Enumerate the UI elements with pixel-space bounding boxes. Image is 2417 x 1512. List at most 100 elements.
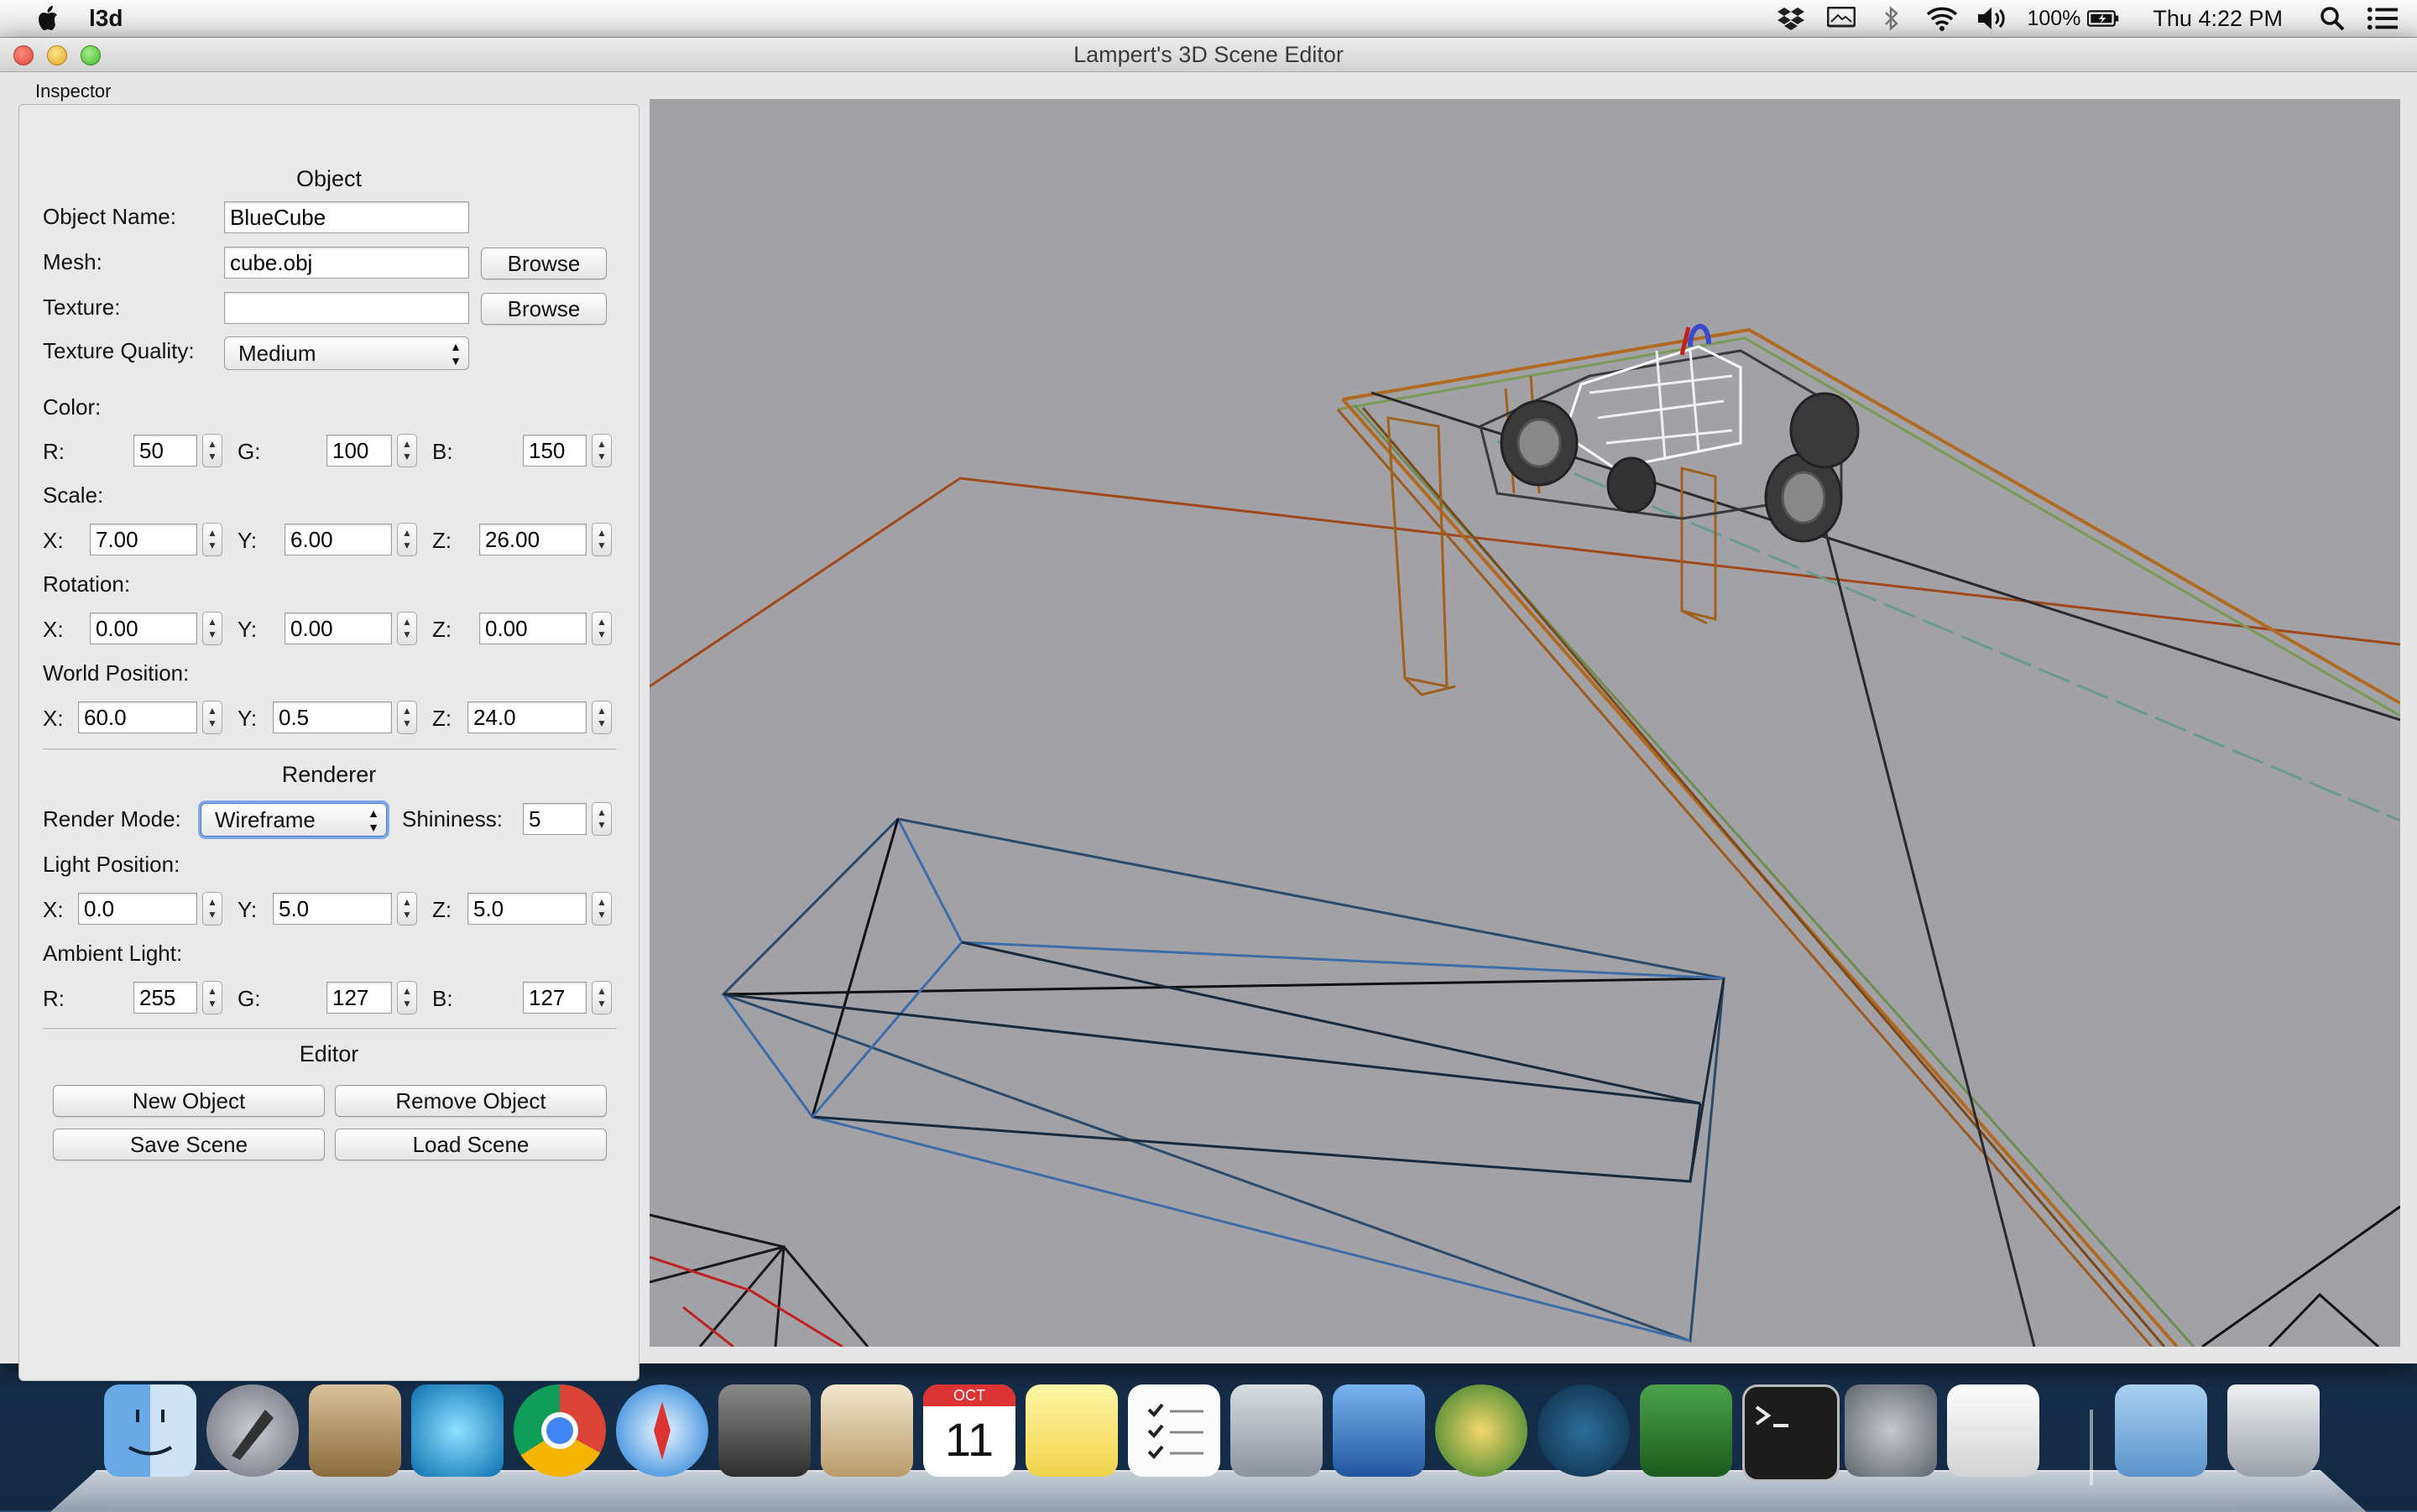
inspector-tab[interactable]: Inspector xyxy=(35,81,112,102)
light-x-input[interactable]: 0.0 xyxy=(78,893,197,925)
shininess-input[interactable]: 5 xyxy=(523,803,587,835)
rotation-x-stepper[interactable]: ▲ ▼ xyxy=(202,612,222,645)
light-position-label: Light Position: xyxy=(43,852,180,877)
volume-icon[interactable] xyxy=(1976,4,2008,33)
ambient-b-input[interactable]: 127 xyxy=(523,982,587,1014)
light-x-label: X: xyxy=(43,897,64,922)
texture-browse-button[interactable]: Browse xyxy=(481,293,607,325)
mesh-browse-button[interactable]: Browse xyxy=(481,248,607,279)
sourcetree-icon[interactable] xyxy=(1537,1384,1630,1477)
texture-quality-value: Medium xyxy=(238,341,316,366)
light-z-stepper[interactable]: ▲ ▼ xyxy=(592,892,612,925)
reminders-icon[interactable] xyxy=(1128,1384,1220,1477)
apple-icon[interactable] xyxy=(32,2,65,35)
menu-extras: 100% Thu 4:22 PM xyxy=(1775,0,2417,37)
color-b-input[interactable]: 150 xyxy=(523,435,587,467)
rotation-y-label: Y: xyxy=(238,617,258,642)
shininess-stepper[interactable]: ▲ ▼ xyxy=(592,802,612,836)
rotation-z-input[interactable]: 0.00 xyxy=(479,613,587,644)
trash-icon[interactable] xyxy=(2227,1384,2320,1477)
color-r-input[interactable]: 50 xyxy=(133,435,197,467)
window-titlebar[interactable]: Lampert's 3D Scene Editor xyxy=(0,38,2417,72)
downloads-folder-icon[interactable] xyxy=(2115,1384,2207,1477)
display-icon[interactable] xyxy=(1825,4,1857,33)
menu-bar: l3d 100% Thu 4:22 PM xyxy=(0,0,2417,38)
finder-icon[interactable] xyxy=(104,1384,196,1477)
texture-quality-label: Texture Quality: xyxy=(43,338,195,363)
world-position-z-stepper[interactable]: ▲ ▼ xyxy=(592,701,612,734)
scale-y-stepper[interactable]: ▲ ▼ xyxy=(397,523,417,556)
ambient-g-stepper[interactable]: ▲ ▼ xyxy=(397,981,417,1014)
text-edit-icon[interactable] xyxy=(1947,1384,2039,1477)
menu-clock[interactable]: Thu 4:22 PM xyxy=(2153,6,2283,32)
new-object-button[interactable]: New Object xyxy=(53,1085,325,1117)
world-position-x-input[interactable]: 60.0 xyxy=(78,701,197,733)
scale-y-input[interactable]: 6.00 xyxy=(285,524,392,555)
scale-z-label: Z: xyxy=(432,528,452,553)
xcode-icon[interactable] xyxy=(1333,1384,1425,1477)
photo-browser-icon[interactable] xyxy=(309,1384,401,1477)
light-y-stepper[interactable]: ▲ ▼ xyxy=(397,892,417,925)
mail-icon[interactable] xyxy=(821,1384,913,1477)
ambient-r-label: R: xyxy=(43,986,65,1011)
rotation-y-input[interactable]: 0.00 xyxy=(285,613,392,644)
calculator-icon[interactable] xyxy=(1230,1384,1323,1477)
scale-x-stepper[interactable]: ▲ ▼ xyxy=(202,523,222,556)
rotation-z-stepper[interactable]: ▲ ▼ xyxy=(592,612,612,645)
battery-icon[interactable] xyxy=(2087,4,2119,33)
color-r-stepper[interactable]: ▲ ▼ xyxy=(202,434,222,467)
light-y-input[interactable]: 5.0 xyxy=(273,893,392,925)
bluetooth-icon[interactable] xyxy=(1876,4,1908,33)
render-mode-value: Wireframe xyxy=(215,807,316,832)
terminal-icon[interactable] xyxy=(1742,1384,1840,1482)
ambient-b-stepper[interactable]: ▲ ▼ xyxy=(592,981,612,1014)
app-menu-name[interactable]: l3d xyxy=(89,5,123,32)
load-scene-button[interactable]: Load Scene xyxy=(335,1129,607,1160)
remove-object-button[interactable]: Remove Object xyxy=(335,1085,607,1117)
notification-list-icon[interactable] xyxy=(2367,4,2399,33)
scale-x-input[interactable]: 7.00 xyxy=(90,524,197,555)
calendar-month: OCT xyxy=(923,1384,1015,1406)
wifi-icon[interactable] xyxy=(1926,4,1958,33)
ambient-g-input[interactable]: 127 xyxy=(326,982,392,1014)
ambient-r-input[interactable]: 255 xyxy=(133,982,197,1014)
scene-viewport[interactable] xyxy=(650,99,2400,1347)
notes-icon[interactable] xyxy=(1026,1384,1118,1477)
artichoke-icon[interactable] xyxy=(1435,1384,1527,1477)
ambient-r-stepper[interactable]: ▲ ▼ xyxy=(202,981,222,1014)
screensaver-icon[interactable] xyxy=(411,1384,504,1477)
renderer-section-title: Renderer xyxy=(281,762,377,787)
light-x-stepper[interactable]: ▲ ▼ xyxy=(202,892,222,925)
color-g-input[interactable]: 100 xyxy=(326,435,392,467)
world-position-z-input[interactable]: 24.0 xyxy=(467,701,587,733)
world-position-x-stepper[interactable]: ▲ ▼ xyxy=(202,701,222,734)
dropbox-icon[interactable] xyxy=(1775,4,1807,33)
system-preferences-icon[interactable] xyxy=(1845,1384,1937,1477)
texture-input[interactable] xyxy=(224,292,469,324)
corner-object-wireframe xyxy=(650,1213,869,1347)
rotation-x-input[interactable]: 0.00 xyxy=(90,613,197,644)
vim-icon[interactable] xyxy=(1640,1384,1732,1477)
scale-z-input[interactable]: 26.00 xyxy=(479,524,587,555)
color-b-stepper[interactable]: ▲ ▼ xyxy=(592,434,612,467)
render-mode-select[interactable]: Wireframe ▲ ▼ xyxy=(201,803,387,837)
light-z-input[interactable]: 5.0 xyxy=(467,893,587,925)
color-g-stepper[interactable]: ▲ ▼ xyxy=(397,434,417,467)
save-scene-button[interactable]: Save Scene xyxy=(53,1129,325,1160)
steam-icon[interactable] xyxy=(718,1384,811,1477)
launchpad-icon[interactable] xyxy=(206,1384,299,1477)
texture-quality-select[interactable]: Medium ▲ ▼ xyxy=(224,336,469,370)
world-position-y-stepper[interactable]: ▲ ▼ xyxy=(397,701,417,734)
world-position-y-input[interactable]: 0.5 xyxy=(273,701,392,733)
light-y-label: Y: xyxy=(238,897,258,922)
rotation-y-stepper[interactable]: ▲ ▼ xyxy=(397,612,417,645)
mesh-input[interactable]: cube.obj xyxy=(224,247,469,279)
scale-z-stepper[interactable]: ▲ ▼ xyxy=(592,523,612,556)
ambient-light-label: Ambient Light: xyxy=(43,941,183,966)
calendar-icon[interactable]: OCT 11 xyxy=(923,1384,1015,1477)
select-arrows-icon: ▲ ▼ xyxy=(368,806,379,834)
object-name-input[interactable]: BlueCube xyxy=(224,201,469,233)
chrome-icon[interactable] xyxy=(514,1384,606,1477)
spotlight-icon[interactable] xyxy=(2316,4,2348,33)
safari-icon[interactable] xyxy=(616,1384,708,1477)
